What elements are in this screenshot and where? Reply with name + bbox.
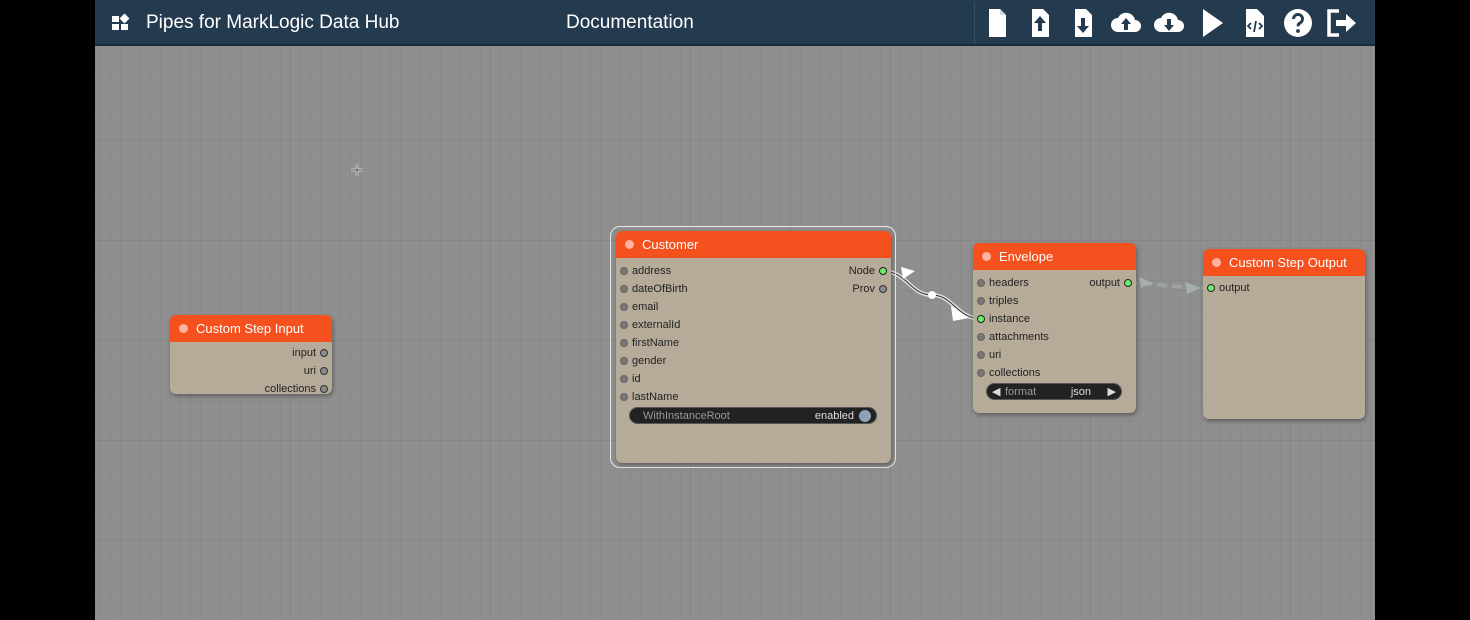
input-slot-attachments[interactable]: attachments — [973, 328, 1049, 346]
input-slot-email[interactable]: email — [616, 298, 658, 316]
input-pin-icon[interactable] — [977, 351, 985, 359]
collapse-dot-icon[interactable] — [982, 252, 991, 261]
link-arrow-icon — [901, 267, 915, 279]
toolbar — [974, 2, 1375, 44]
logout-icon[interactable] — [1324, 6, 1358, 40]
input-slot-address[interactable]: address — [616, 262, 671, 280]
node-customer[interactable]: Customer address dateOfBirth email exter… — [616, 231, 891, 463]
menu-icon[interactable] — [109, 12, 133, 34]
collapse-dot-icon[interactable] — [1212, 258, 1221, 267]
input-pin-icon[interactable] — [620, 303, 628, 311]
input-pin-icon[interactable] — [620, 375, 628, 383]
output-pin-icon[interactable] — [1124, 279, 1132, 287]
input-slot-uri[interactable]: uri — [973, 346, 1001, 364]
input-pin-icon[interactable] — [620, 285, 628, 293]
combo-prev-arrow-icon[interactable]: ◀ — [992, 384, 1000, 401]
input-pin-icon[interactable] — [620, 321, 628, 329]
output-pin-icon[interactable] — [320, 349, 328, 357]
input-slot-externalid[interactable]: externalId — [616, 316, 680, 334]
link-customer-envelope — [881, 269, 983, 321]
node-custom-step-output[interactable]: Custom Step Output output — [1203, 249, 1365, 419]
input-pin-icon[interactable] — [1207, 284, 1215, 292]
output-pin-icon[interactable] — [879, 267, 887, 275]
output-slot-uri[interactable]: uri — [304, 362, 332, 380]
app-title: Pipes for MarkLogic Data Hub — [146, 12, 400, 33]
input-slot-id[interactable]: id — [616, 370, 641, 388]
input-pin-icon[interactable] — [977, 369, 985, 377]
output-slot-collections[interactable]: collections — [265, 380, 332, 398]
node-title[interactable]: Custom Step Input — [170, 315, 332, 342]
output-pin-icon[interactable] — [320, 367, 328, 375]
top-bar: Pipes for MarkLogic Data Hub Documentati… — [95, 0, 1375, 46]
output-pin-icon[interactable] — [320, 385, 328, 393]
input-pin-icon[interactable] — [977, 297, 985, 305]
input-pin-icon[interactable] — [977, 315, 985, 323]
upload-file-icon[interactable] — [1023, 6, 1057, 40]
node-title[interactable]: Envelope — [973, 243, 1136, 270]
toggle-knob-icon — [859, 410, 871, 422]
input-slot-output[interactable]: output — [1203, 279, 1250, 297]
output-slot-output[interactable]: output — [1089, 274, 1136, 292]
combo-format[interactable]: ◀ format json ▶ — [986, 383, 1122, 400]
play-icon[interactable] — [1195, 6, 1229, 40]
node-custom-step-input[interactable]: Custom Step Input input uri collections — [170, 315, 332, 395]
download-file-icon[interactable] — [1066, 6, 1100, 40]
combo-next-arrow-icon[interactable]: ▶ — [1108, 384, 1116, 401]
input-slot-headers[interactable]: headers — [973, 274, 1029, 292]
input-pin-icon[interactable] — [620, 267, 628, 275]
input-slot-triples[interactable]: triples — [973, 292, 1018, 310]
output-pin-icon[interactable] — [879, 285, 887, 293]
node-title[interactable]: Customer — [616, 231, 891, 258]
graph-canvas[interactable]: Custom Step Input input uri collections … — [95, 46, 1375, 620]
documentation-link[interactable]: Documentation — [566, 12, 694, 34]
link-envelope-output — [1126, 281, 1212, 290]
output-slot-prov[interactable]: Prov — [852, 280, 891, 298]
input-slot-collections[interactable]: collections — [973, 364, 1040, 382]
crosshair-cursor-icon — [351, 164, 363, 176]
input-pin-icon[interactable] — [620, 339, 628, 347]
input-pin-icon[interactable] — [977, 333, 985, 341]
output-slot-input[interactable]: input — [292, 344, 332, 362]
link-arrow-icon — [1139, 277, 1153, 288]
node-title[interactable]: Custom Step Output — [1203, 249, 1365, 276]
help-icon[interactable] — [1281, 6, 1315, 40]
app-window: Pipes for MarkLogic Data Hub Documentati… — [95, 0, 1375, 620]
input-slot-dateofbirth[interactable]: dateOfBirth — [616, 280, 688, 298]
collapse-dot-icon[interactable] — [625, 240, 634, 249]
code-file-icon[interactable] — [1238, 6, 1272, 40]
input-slot-gender[interactable]: gender — [616, 352, 666, 370]
link-arrow-icon — [1185, 282, 1201, 294]
input-pin-icon[interactable] — [620, 393, 628, 401]
node-envelope[interactable]: Envelope headers triples instance attach… — [973, 243, 1136, 413]
input-pin-icon[interactable] — [620, 357, 628, 365]
link-arrow-icon — [951, 306, 969, 321]
input-slot-firstname[interactable]: firstName — [616, 334, 679, 352]
link-center-handle — [928, 291, 936, 299]
cloud-upload-icon[interactable] — [1109, 6, 1143, 40]
input-pin-icon[interactable] — [977, 279, 985, 287]
input-slot-lastname[interactable]: lastName — [616, 388, 678, 406]
input-slot-instance[interactable]: instance — [973, 310, 1030, 328]
new-file-icon[interactable] — [980, 6, 1014, 40]
collapse-dot-icon[interactable] — [179, 324, 188, 333]
cloud-download-icon[interactable] — [1152, 6, 1186, 40]
toggle-withinstanceroot[interactable]: WithInstanceRoot enabled — [629, 407, 877, 424]
output-slot-node[interactable]: Node — [849, 262, 891, 280]
